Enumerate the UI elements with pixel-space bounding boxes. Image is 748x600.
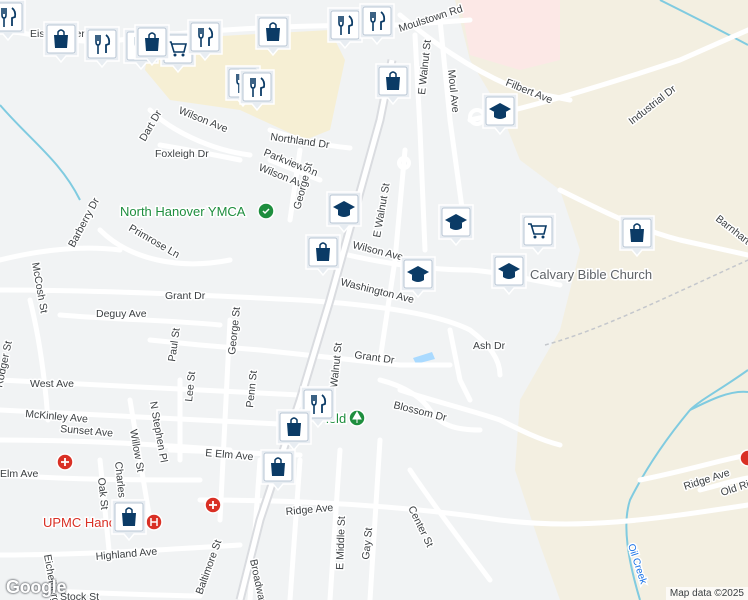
map-marker-school[interactable] bbox=[326, 191, 362, 234]
shopping-bag-icon bbox=[316, 242, 330, 261]
poi-ymca-label: North Hanover YMCA bbox=[120, 204, 246, 219]
street-label: Ash Dr bbox=[473, 340, 506, 352]
map-marker-shopping[interactable] bbox=[619, 215, 655, 258]
shopping-bag-icon bbox=[630, 223, 644, 242]
street-label: Foxleigh Dr bbox=[155, 148, 209, 160]
map-marker-shopping[interactable] bbox=[276, 409, 312, 452]
fork-knife-icon bbox=[95, 34, 111, 54]
fork-knife-icon bbox=[1, 7, 17, 27]
map-marker-school[interactable] bbox=[400, 256, 436, 299]
map-marker-shopping[interactable] bbox=[260, 449, 296, 492]
poi-hospital-3[interactable] bbox=[56, 453, 74, 471]
shopping-bag-icon bbox=[271, 457, 285, 476]
map-marker-shopping[interactable] bbox=[134, 24, 170, 67]
street-label: Deguy Ave bbox=[96, 308, 147, 320]
shopping-cart-icon bbox=[528, 223, 548, 239]
map-marker-restaurant[interactable] bbox=[239, 69, 275, 112]
fork-knife-icon bbox=[370, 11, 386, 31]
graduation-cap-icon bbox=[498, 263, 520, 279]
shopping-bag-icon bbox=[54, 29, 68, 48]
shopping-bag-icon bbox=[122, 507, 136, 526]
shopping-bag-icon bbox=[145, 32, 159, 51]
graduation-cap-icon bbox=[489, 103, 511, 119]
graduation-cap-icon bbox=[333, 201, 355, 217]
map-marker-restaurant[interactable] bbox=[0, 0, 26, 42]
poi-church-label: Calvary Bible Church bbox=[530, 267, 652, 282]
fork-knife-icon bbox=[338, 15, 354, 35]
street-label: E Middle St bbox=[334, 516, 348, 570]
map-marker-restaurant[interactable] bbox=[187, 19, 223, 62]
map-marker-grocery[interactable] bbox=[520, 213, 556, 256]
map-marker-shopping[interactable] bbox=[43, 21, 79, 64]
street-label: Grant Dr bbox=[165, 290, 206, 302]
graduation-cap-icon bbox=[407, 266, 429, 282]
map-view[interactable]: Moulstown Rd Moul Ave E Walnut St Eisenh… bbox=[0, 0, 748, 600]
map-marker-shopping[interactable] bbox=[111, 499, 147, 542]
fork-knife-icon bbox=[250, 77, 266, 97]
map-marker-restaurant[interactable] bbox=[327, 7, 363, 50]
map-attribution[interactable]: Map data ©2025 bbox=[665, 587, 748, 600]
google-logo: Google bbox=[6, 577, 67, 597]
poi-hospital-2[interactable] bbox=[204, 496, 222, 514]
street-label: Elm Ave bbox=[0, 468, 38, 480]
graduation-cap-icon bbox=[445, 214, 467, 230]
map-marker-shopping[interactable] bbox=[305, 234, 341, 277]
map-marker-restaurant[interactable] bbox=[84, 26, 120, 69]
fork-knife-icon bbox=[198, 27, 214, 47]
poi-church[interactable]: Calvary Bible Church bbox=[509, 265, 654, 284]
shopping-bag-icon bbox=[266, 22, 280, 41]
street-label: West Ave bbox=[30, 378, 74, 390]
map-marker-shopping[interactable] bbox=[375, 63, 411, 106]
map-marker-shopping[interactable] bbox=[255, 14, 291, 57]
map-marker-school[interactable] bbox=[438, 204, 474, 247]
map-marker-school[interactable] bbox=[491, 253, 527, 296]
map-marker-restaurant[interactable] bbox=[359, 3, 395, 46]
map-canvas[interactable]: Moulstown Rd Moul Ave E Walnut St Eisenh… bbox=[0, 0, 748, 600]
shopping-bag-icon bbox=[287, 417, 301, 436]
shopping-bag-icon bbox=[386, 71, 400, 90]
map-marker-school[interactable] bbox=[482, 93, 518, 136]
